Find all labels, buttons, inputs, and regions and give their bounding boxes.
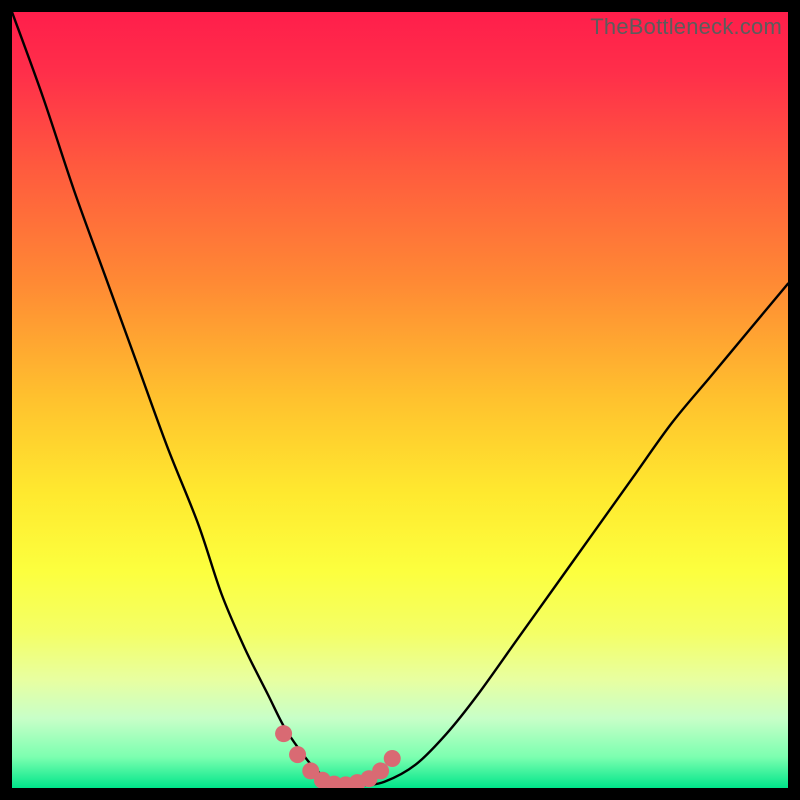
plot-area <box>12 12 788 788</box>
chart-root: TheBottleneck.com <box>0 0 800 800</box>
trough-marker <box>275 725 292 742</box>
trough-marker <box>289 746 306 763</box>
trough-marker <box>372 762 389 779</box>
trough-marker <box>384 750 401 767</box>
gradient-background <box>12 12 788 788</box>
